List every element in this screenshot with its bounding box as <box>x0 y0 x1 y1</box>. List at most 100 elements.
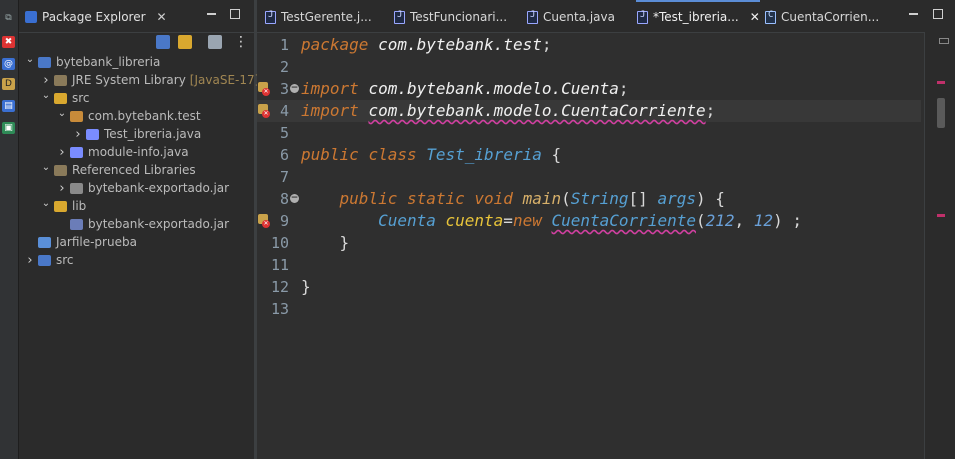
problems-icon[interactable]: ✖ <box>2 36 15 48</box>
chevron-down-icon[interactable]: ⌄ <box>25 54 35 65</box>
scrollbar-thumb[interactable] <box>937 98 945 128</box>
chevron-down-icon[interactable]: ⌄ <box>41 198 51 209</box>
code-editor[interactable]: 1 package com.bytebank.test; 2 3 ✕ − import co… <box>257 32 921 459</box>
fold-toggle-icon[interactable]: − <box>290 84 299 93</box>
package-explorer-tab[interactable]: Package Explorer ✕ <box>25 6 167 28</box>
code-line[interactable]: 3 ✕ − import com.bytebank.modelo.Cuenta; <box>257 78 921 100</box>
code-line[interactable]: 1 package com.bytebank.test; <box>257 34 921 56</box>
tree-item[interactable]: › Test_ibreria.java <box>19 125 201 143</box>
package-explorer-panel: Package Explorer ✕ ⋮ ⌄ bytebank_libreria ›… <box>19 0 259 459</box>
javadoc-icon[interactable]: @ <box>2 58 15 70</box>
code-line[interactable]: 12} <box>257 276 921 298</box>
error-marker-icon[interactable]: ✕ <box>257 104 272 119</box>
filter-icon[interactable] <box>208 35 222 49</box>
chevron-right-icon[interactable]: › <box>25 253 35 268</box>
close-icon[interactable]: ✕ <box>157 10 167 24</box>
java-file-icon <box>86 128 99 140</box>
folder-icon <box>54 200 67 212</box>
code-token: ) { <box>695 189 725 208</box>
code-token: import <box>301 101 359 120</box>
tree-item[interactable]: ⌄ bytebank_libreria <box>19 53 161 71</box>
code-line[interactable]: 8− public static void main(String[] args… <box>257 188 921 210</box>
restore-icon[interactable]: ⧉ <box>2 12 15 24</box>
code-line[interactable]: 9 ✕ Cuenta cuenta=new CuentaCorriente(212… <box>257 210 921 232</box>
editor-tab-label: TestGerente.j... <box>281 10 372 24</box>
error-overview-marker[interactable] <box>937 81 945 84</box>
editor-minimize-icon[interactable] <box>909 9 919 19</box>
close-tab-icon[interactable]: ✕ <box>750 10 760 24</box>
declaration-icon[interactable]: D <box>2 78 15 90</box>
line-number: 10 <box>270 234 289 252</box>
chevron-down-icon[interactable]: ⌄ <box>41 90 51 101</box>
tree-item[interactable]: ⌄ com.bytebank.test <box>19 107 201 125</box>
editor-tab[interactable]: CuentaCorrien... <box>765 6 879 28</box>
console-icon[interactable]: ▤ <box>2 100 15 112</box>
editor-tab-label: Cuenta.java <box>543 10 615 24</box>
chevron-down-icon[interactable]: ⌄ <box>41 162 51 173</box>
tree-item[interactable]: › bytebank-exportado.jar <box>19 179 229 197</box>
progress-icon[interactable]: ▣ <box>2 122 15 134</box>
overview-ruler[interactable] <box>924 32 955 459</box>
source-folder-icon <box>54 92 67 104</box>
tree-item[interactable]: ⌄ src <box>19 89 90 107</box>
chevron-down-icon[interactable]: ⌄ <box>57 108 67 119</box>
error-marker-icon[interactable]: ✕ <box>257 214 272 229</box>
maximize-icon[interactable] <box>230 9 240 19</box>
tree-item[interactable]: › module-info.java <box>19 143 188 161</box>
code-token: , <box>734 211 754 230</box>
chevron-right-icon[interactable]: › <box>57 145 67 160</box>
editor-tab-label: CuentaCorrien... <box>781 10 880 24</box>
fold-toggle-icon[interactable]: − <box>290 194 299 203</box>
code-line[interactable]: 6 public class Test_ibreria { <box>257 144 921 166</box>
tree-item[interactable]: ⌄ lib <box>19 197 87 215</box>
chevron-right-icon[interactable]: › <box>41 73 51 88</box>
jar-icon <box>70 182 83 194</box>
code-token: public <box>301 145 359 164</box>
chevron-right-icon[interactable]: › <box>57 181 67 196</box>
code-line[interactable]: 11 <box>257 254 921 276</box>
editor-tab[interactable]: *Test_ibreria... ✕ <box>637 6 760 28</box>
code-line[interactable]: 4 ✕ import com.bytebank.modelo.CuentaCorri… <box>257 100 921 122</box>
line-number: 8 <box>279 190 289 208</box>
collapse-all-icon[interactable] <box>156 35 170 49</box>
error-overview-marker[interactable] <box>937 214 945 217</box>
code-line[interactable]: 2 <box>257 56 921 78</box>
tree-item[interactable]: bytebank-exportado.jar <box>19 215 229 233</box>
tree-item[interactable]: ⌄ Referenced Libraries <box>19 161 196 179</box>
code-token: import <box>301 79 359 98</box>
java-file-icon <box>265 10 276 24</box>
code-token: { <box>541 145 562 164</box>
code-token: static <box>406 189 465 208</box>
editor-tab[interactable]: TestFuncionari... <box>394 6 507 28</box>
java-file-icon <box>394 10 405 24</box>
editor-maximize-icon[interactable] <box>933 9 943 19</box>
code-token: ; <box>618 79 629 98</box>
tree-item-label: bytebank_libreria <box>56 55 161 69</box>
chevron-right-icon[interactable]: › <box>73 127 83 142</box>
editor-tab-label: TestFuncionari... <box>410 10 508 24</box>
class-file-icon <box>765 10 776 24</box>
minimize-icon[interactable] <box>207 9 217 19</box>
editor-area: TestGerente.j... TestFuncionari... Cuenta.… <box>257 0 955 459</box>
code-line[interactable]: 13 <box>257 298 921 320</box>
link-with-editor-icon[interactable] <box>178 35 192 49</box>
code-line[interactable]: 10 } <box>257 232 921 254</box>
tree-item[interactable]: › JRE System Library [JavaSE-17] <box>19 71 259 89</box>
code-token: Test_ibreria <box>426 145 542 164</box>
error-marker-icon[interactable]: ✕ <box>257 82 272 97</box>
code-line[interactable]: 7 <box>257 166 921 188</box>
editor-tab[interactable]: TestGerente.j... <box>265 6 372 28</box>
code-line[interactable]: 5 <box>257 122 921 144</box>
tree-item[interactable]: › src <box>19 251 73 269</box>
code-token: com.bytebank.test <box>378 35 542 54</box>
view-menu-icon[interactable]: ⋮ <box>234 34 248 50</box>
tree-item[interactable]: Jarfile-prueba <box>19 233 137 251</box>
tree-item-label: Referenced Libraries <box>72 163 196 177</box>
editor-tab[interactable]: Cuenta.java <box>527 6 615 28</box>
tree-item-label: src <box>72 91 90 105</box>
code-token: package <box>301 35 369 54</box>
